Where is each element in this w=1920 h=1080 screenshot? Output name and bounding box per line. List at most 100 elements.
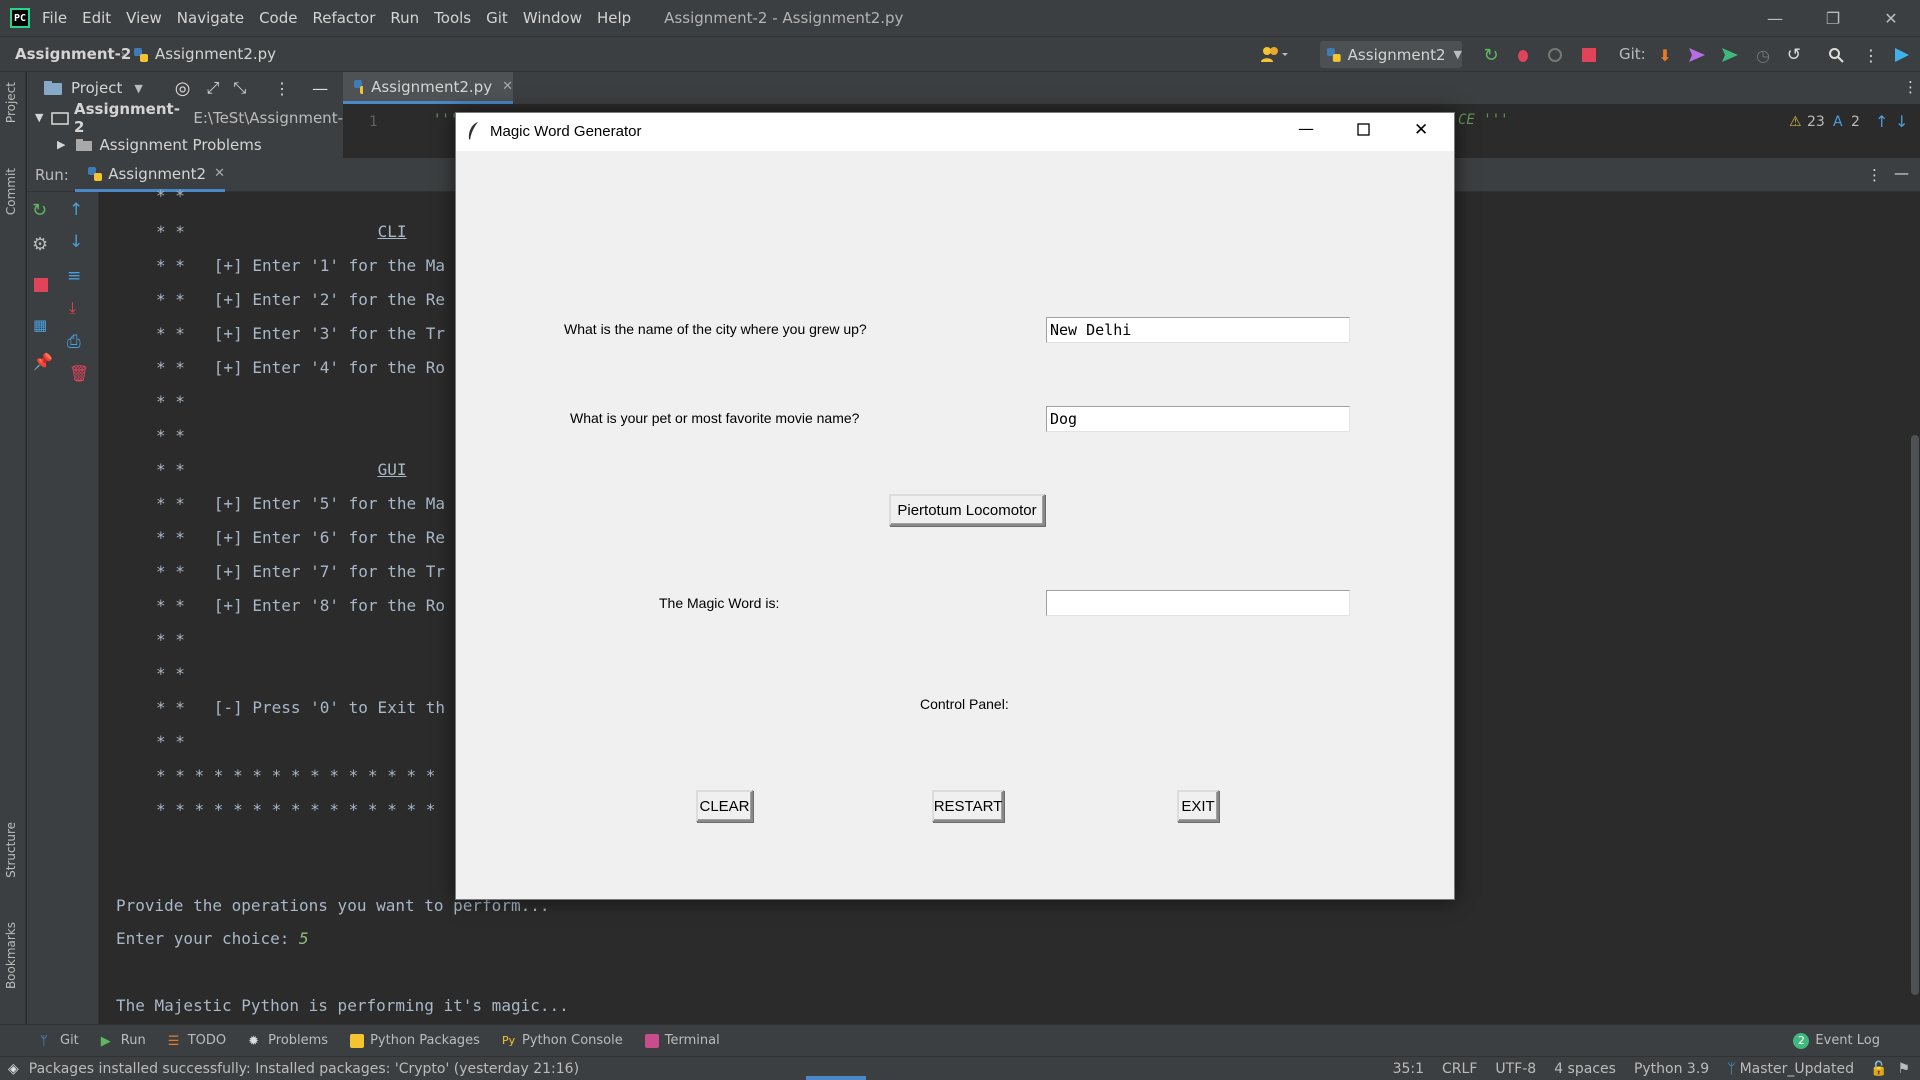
menu-view[interactable]: View [126, 9, 162, 27]
chevron-down-icon[interactable]: ▼ [35, 111, 43, 124]
rerun-icon[interactable]: ↻ [32, 200, 47, 221]
menu-window[interactable]: Window [523, 9, 582, 27]
menu-help[interactable]: Help [597, 9, 631, 27]
close-icon[interactable]: ✕ [1862, 9, 1920, 28]
hide-panel-icon[interactable]: — [312, 79, 328, 98]
notifications-icon[interactable]: ⚑ [1897, 1061, 1910, 1077]
stop-icon[interactable] [34, 278, 48, 292]
trash-icon[interactable]: 🗑 [69, 364, 89, 383]
tabs-menu-icon[interactable]: ⋮ [1903, 78, 1918, 96]
scroll-down-icon[interactable]: ↓ [69, 232, 83, 252]
restore-icon[interactable]: ❐ [1804, 9, 1862, 28]
tk-title-bar[interactable]: Magic Word Generator — ✕ [456, 113, 1454, 151]
chevron-down-icon[interactable]: ▼ [134, 82, 142, 95]
git-push-icon[interactable] [1717, 42, 1743, 68]
run-options-icon[interactable]: ⋮ [1867, 166, 1882, 184]
commit-tool-label[interactable]: Commit [4, 168, 18, 215]
tool-tab-python-packages[interactable]: Python Packages [350, 1033, 480, 1048]
git-commit-icon[interactable] [1684, 42, 1710, 68]
tool-tab-run[interactable]: ▶ Run [101, 1033, 146, 1049]
tree-root[interactable]: ▼ Assignment-2 E:\TeSt\Assignment- [27, 100, 343, 136]
city-input[interactable] [1046, 317, 1350, 343]
tk-close-icon[interactable]: ✕ [1414, 120, 1428, 140]
menu-navigate[interactable]: Navigate [177, 9, 244, 27]
line-separator[interactable]: CRLF [1442, 1061, 1477, 1077]
minimize-icon[interactable]: — [1746, 9, 1804, 28]
warning-count[interactable]: 23 [1807, 114, 1825, 130]
todo-icon: ☰ [167, 1033, 180, 1049]
close-run-tab-icon[interactable]: ✕ [214, 166, 225, 181]
tk-maximize-icon[interactable] [1357, 119, 1371, 139]
tk-minimize-icon[interactable]: — [1298, 119, 1314, 138]
soft-wrap-icon[interactable]: ≡ [67, 266, 81, 286]
next-highlight-icon[interactable]: ↓ [1895, 112, 1908, 131]
git-history-icon[interactable]: ◷ [1750, 42, 1776, 68]
restart-button[interactable]: RESTART [932, 790, 1004, 822]
run-config-selector[interactable]: Assignment2 ▼ [1320, 41, 1462, 68]
exit-button[interactable]: EXIT [1177, 790, 1219, 822]
git-branch[interactable]: Master_Updated [1740, 1061, 1854, 1077]
print-icon[interactable]: ⎙ [67, 332, 81, 352]
rerun-icon[interactable]: ↻ [1478, 42, 1504, 68]
scroll-to-end-icon[interactable]: ⤓ [69, 298, 76, 318]
menu-code[interactable]: Code [259, 9, 297, 27]
warning-icon[interactable]: ⚠ [1789, 114, 1802, 130]
debug-icon[interactable] [1510, 42, 1536, 68]
search-icon[interactable] [1823, 42, 1849, 68]
tool-tab-problems[interactable]: ✹ Problems [248, 1033, 328, 1049]
layout-icon[interactable]: ▦ [33, 316, 47, 334]
hide-run-panel-icon[interactable]: — [1894, 164, 1909, 182]
menu-edit[interactable]: Edit [82, 9, 111, 27]
breadcrumb-project[interactable]: Assignment-2 [15, 45, 131, 63]
collapse-all-icon[interactable]: ⤡ [233, 78, 246, 98]
expand-all-icon[interactable]: ⤢ [207, 78, 220, 98]
more-icon[interactable]: ⋮ [1858, 42, 1884, 68]
status-message[interactable]: Packages installed successfully: Install… [29, 1061, 579, 1077]
users-icon[interactable] [1260, 45, 1290, 63]
file-encoding[interactable]: UTF-8 [1495, 1061, 1536, 1077]
menu-git[interactable]: Git [486, 9, 508, 27]
previous-highlight-icon[interactable]: ↑ [1875, 112, 1888, 131]
editor-tab-assignment2[interactable]: Assignment2.py ✕ [343, 72, 513, 104]
breadcrumb-file[interactable]: Assignment2.py [155, 45, 276, 63]
pin-icon[interactable]: 📌 [33, 352, 53, 371]
run-tab-assignment2[interactable]: Assignment2 ✕ [75, 158, 225, 192]
pet-movie-input[interactable] [1046, 406, 1350, 432]
chevron-right-icon[interactable]: ▶ [57, 138, 65, 151]
scroll-up-icon[interactable]: ↑ [69, 200, 83, 220]
rollback-icon[interactable]: ↺ [1781, 42, 1807, 68]
settings-icon[interactable]: ⚙ [32, 234, 48, 255]
options-icon[interactable]: ⋮ [274, 79, 290, 98]
tool-tab-git[interactable]: ᛘ Git [40, 1033, 79, 1049]
lock-icon[interactable]: 🔓 [1870, 1061, 1887, 1077]
structure-tool-label[interactable]: Structure [4, 822, 18, 878]
indent-setting[interactable]: 4 spaces [1554, 1061, 1616, 1077]
typo-icon[interactable]: A [1833, 114, 1843, 130]
target-icon[interactable]: ◎ [175, 78, 191, 99]
console-scrollbar[interactable] [1911, 435, 1919, 995]
typo-count[interactable]: 2 [1851, 114, 1860, 130]
run-coverage-icon[interactable] [1542, 42, 1568, 68]
magic-word-output[interactable] [1046, 590, 1350, 616]
project-panel-title[interactable]: Project [71, 79, 122, 97]
console-menu-line: * * [156, 732, 185, 751]
menu-refactor[interactable]: Refactor [312, 9, 375, 27]
tool-tab-terminal[interactable]: Terminal [644, 1033, 720, 1048]
menu-run[interactable]: Run [390, 9, 419, 27]
tool-tab-todo[interactable]: ☰ TODO [167, 1033, 226, 1049]
menu-file[interactable]: File [42, 9, 67, 27]
generate-magic-word-button[interactable]: Piertotum Locomotor [889, 494, 1045, 526]
event-log-button[interactable]: 2 Event Log [1793, 1032, 1880, 1049]
code-with-me-icon[interactable] [1889, 42, 1915, 68]
project-tool-label[interactable]: Project [4, 82, 18, 123]
git-update-icon[interactable]: ⬇ [1652, 42, 1678, 68]
caret-position[interactable]: 35:1 [1393, 1061, 1424, 1077]
clear-button[interactable]: CLEAR [696, 790, 753, 822]
folder-icon [76, 138, 93, 151]
tool-tab-python-console[interactable]: Py Python Console [502, 1033, 623, 1048]
bookmarks-tool-label[interactable]: Bookmarks [4, 922, 18, 989]
stop-icon[interactable] [1576, 42, 1602, 68]
close-tab-icon[interactable]: ✕ [502, 79, 513, 94]
menu-tools[interactable]: Tools [434, 9, 471, 27]
python-interpreter[interactable]: Python 3.9 [1634, 1061, 1709, 1077]
